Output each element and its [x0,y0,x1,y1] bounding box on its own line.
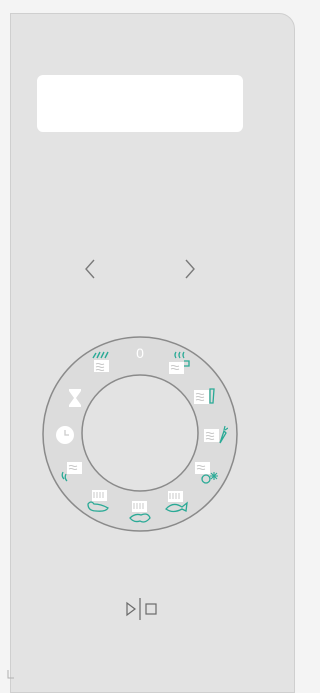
bowl-icon [61,462,82,482]
display-screen [37,75,243,132]
vegetable-program[interactable] [202,421,228,447]
steam-cup-icon [169,351,190,374]
drink-program[interactable] [191,383,217,409]
soup-program[interactable] [59,459,85,485]
hot-air-grill-program[interactable] [89,348,115,374]
glass-icon [194,388,215,404]
corner-mark [7,670,14,679]
carrot-icon [204,425,228,444]
fish-program[interactable] [163,489,189,515]
poultry-icon [87,490,109,512]
next-button[interactable] [176,256,202,282]
defrost-vegetable-program[interactable] [193,459,219,485]
program-dial[interactable]: 0 [41,334,239,534]
dial-center-button[interactable] [81,375,197,491]
previous-button[interactable] [78,256,104,282]
timer-button[interactable] [52,422,78,448]
keep-warm-program[interactable] [166,350,192,376]
poultry-program[interactable] [85,488,111,514]
meat-program[interactable] [127,499,153,525]
zero-label: 0 [136,345,144,361]
play-stop-icon [126,598,157,620]
fish-icon [165,491,188,513]
egg-timer-button[interactable] [62,385,88,411]
chevron-left-icon [85,259,95,279]
clock-icon [56,426,74,444]
start-stop-button[interactable] [124,596,160,622]
meat-icon [129,501,151,523]
snow-vegetable-icon [195,462,218,484]
fan-grill-icon [92,351,109,372]
hourglass-icon [69,389,81,407]
chevron-right-icon [185,259,195,279]
